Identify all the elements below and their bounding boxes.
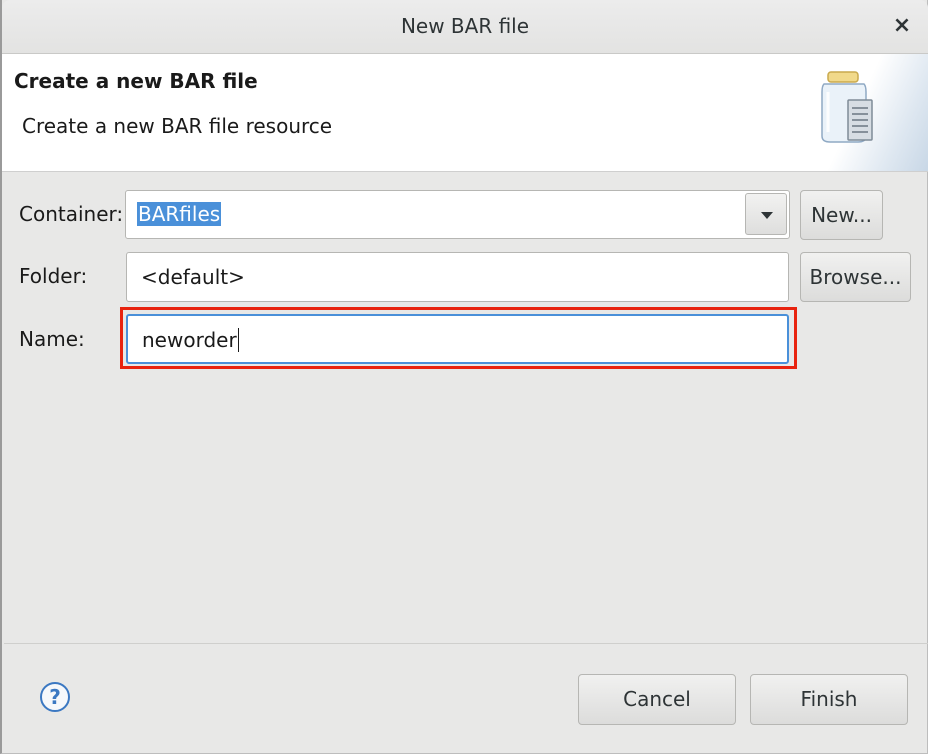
folder-input[interactable]: <default> <box>126 252 789 302</box>
jar-archive-icon <box>821 71 873 143</box>
title-bar[interactable]: New BAR file × <box>2 0 928 54</box>
new-bar-file-dialog: New BAR file × Create a new BAR file Cre… <box>0 0 928 754</box>
name-value: neworder <box>142 328 237 352</box>
close-icon: × <box>892 13 912 38</box>
wizard-banner: Create a new BAR file Create a new BAR f… <box>2 54 928 172</box>
container-label: Container: <box>19 202 124 226</box>
folder-value: <default> <box>141 265 245 289</box>
container-dropdown-button[interactable] <box>745 193 787 235</box>
name-label: Name: <box>19 327 85 351</box>
banner-title: Create a new BAR file <box>14 69 258 93</box>
name-input[interactable]: neworder <box>126 314 789 364</box>
container-combo[interactable]: BARfiles <box>125 190 790 239</box>
dialog-title: New BAR file <box>400 14 530 38</box>
name-input-content: neworder <box>142 328 239 352</box>
close-button[interactable]: × <box>890 14 914 38</box>
folder-label: Folder: <box>19 264 88 288</box>
new-container-button[interactable]: New... <box>800 190 883 240</box>
finish-button[interactable]: Finish <box>750 674 908 725</box>
cancel-button[interactable]: Cancel <box>578 674 736 725</box>
browse-folder-button[interactable]: Browse... <box>800 252 911 302</box>
banner-description: Create a new BAR file resource <box>22 114 333 138</box>
footer-separator <box>4 643 928 644</box>
container-value: BARfiles <box>137 202 222 226</box>
help-icon[interactable]: ? <box>40 682 70 712</box>
text-caret <box>237 328 239 352</box>
